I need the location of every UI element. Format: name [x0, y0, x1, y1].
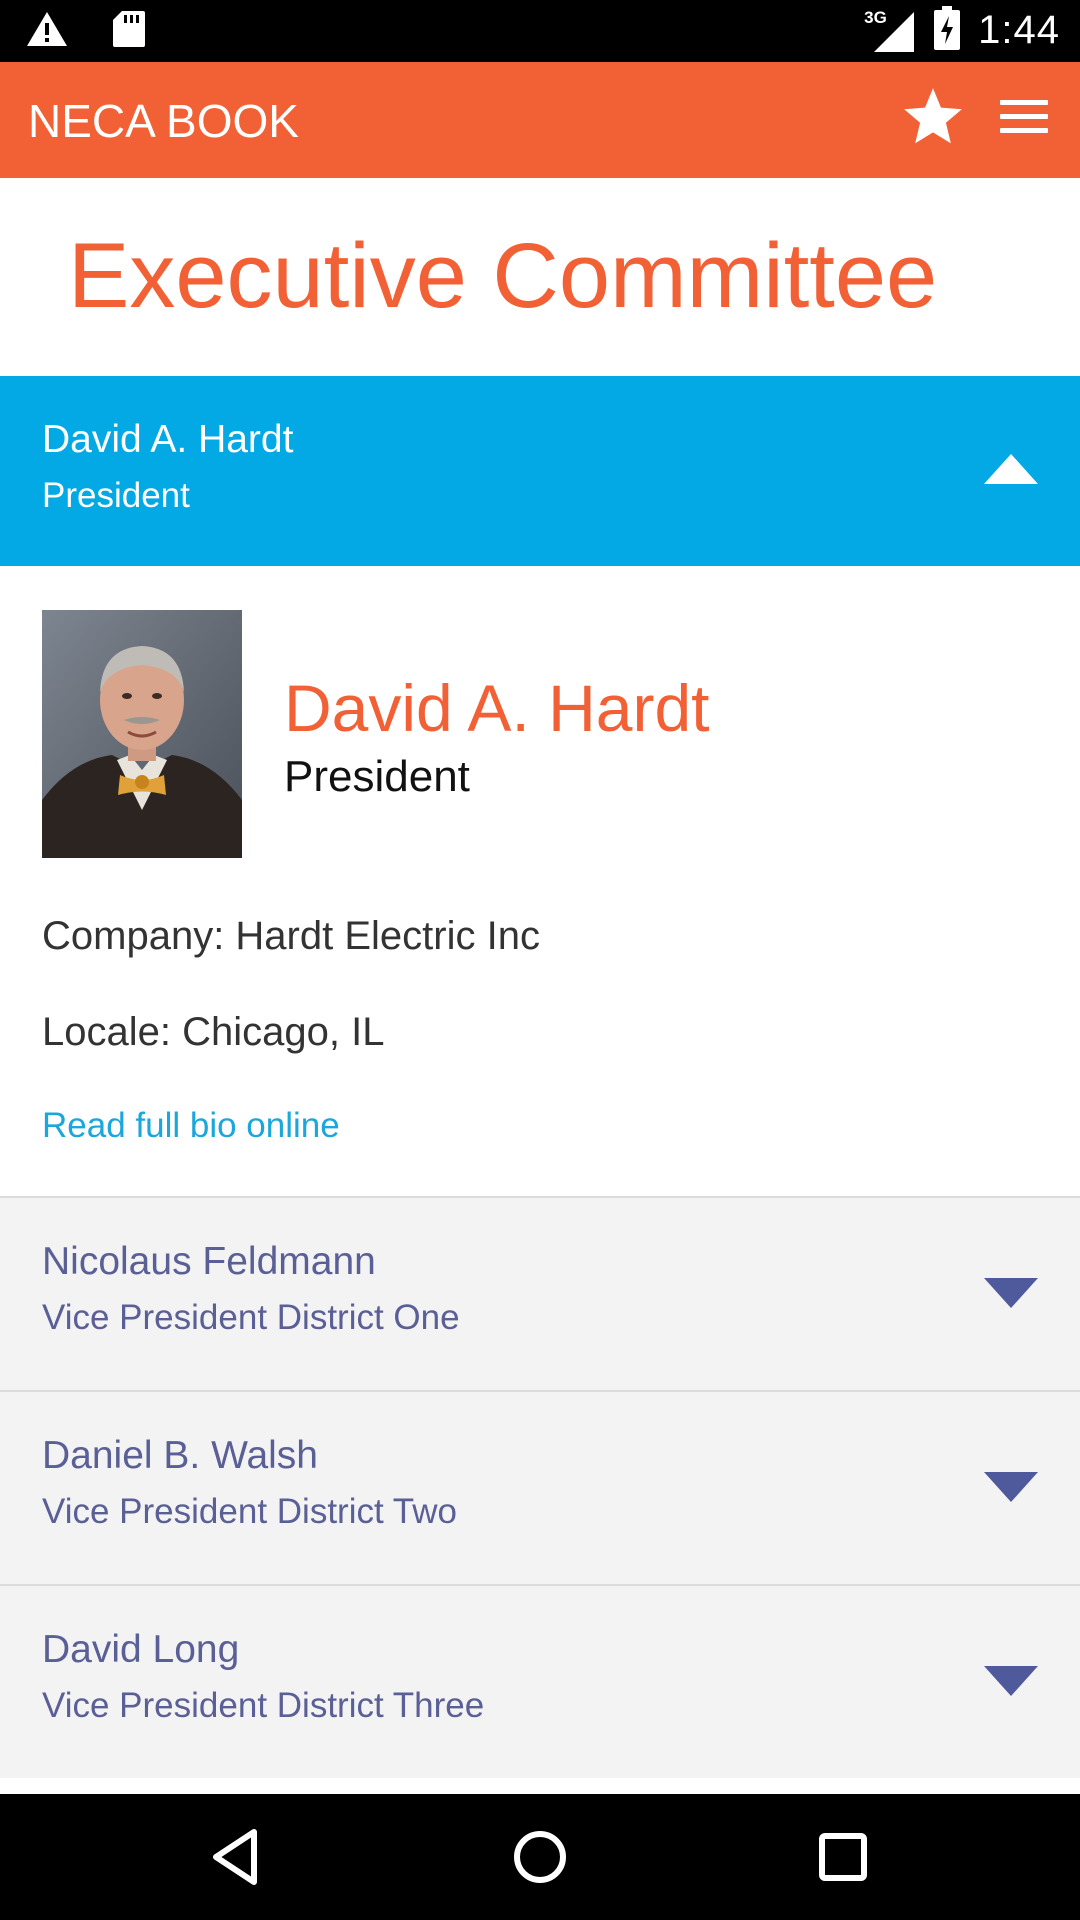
detail-role: President [284, 752, 470, 801]
star-icon[interactable] [900, 84, 966, 150]
app-title: NECA BOOK [28, 95, 299, 147]
member-name: David Long [42, 1628, 240, 1671]
chevron-up-icon[interactable] [984, 454, 1038, 484]
home-icon[interactable] [507, 1824, 573, 1890]
read-bio-link[interactable]: Read full bio online [42, 1106, 340, 1146]
accordion-header-president[interactable]: David A. Hardt President [0, 376, 1080, 566]
member-role: Vice President District Three [42, 1686, 485, 1725]
accordion-header-member[interactable]: Nicolaus Feldmann Vice President Distric… [0, 1196, 1080, 1390]
menu-icon[interactable] [1000, 100, 1048, 140]
page-title: Executive Committee [68, 225, 938, 327]
detail-company: Company: Hardt Electric Inc [42, 914, 540, 958]
member-name: Daniel B. Walsh [42, 1434, 318, 1477]
content-area[interactable]: Executive Committee David A. Hardt Presi… [0, 178, 1080, 1794]
chevron-down-icon[interactable] [984, 1278, 1038, 1308]
member-role: President [42, 476, 190, 515]
chevron-down-icon[interactable] [984, 1472, 1038, 1502]
clock: 1:44 [978, 8, 1060, 52]
signal-icon: 3G [864, 8, 916, 54]
member-name: Nicolaus Feldmann [42, 1240, 376, 1283]
chevron-down-icon[interactable] [984, 1666, 1038, 1696]
navigation-bar [0, 1794, 1080, 1920]
member-role: Vice President District Two [42, 1492, 457, 1531]
back-icon[interactable] [204, 1824, 270, 1890]
battery-charging-icon [934, 6, 961, 55]
status-bar: 3G 1:44 [0, 0, 1080, 62]
member-role: Vice President District One [42, 1298, 460, 1337]
app-bar: NECA BOOK [0, 62, 1080, 178]
detail-name: David A. Hardt [284, 671, 710, 745]
recents-icon[interactable] [810, 1824, 876, 1890]
member-name: David A. Hardt [42, 418, 294, 461]
detail-locale: Locale: Chicago, IL [42, 1010, 385, 1054]
member-detail-panel: David A. Hardt President Company: Hardt … [0, 566, 1080, 1196]
member-photo [42, 610, 242, 858]
accordion-header-member[interactable]: Daniel B. Walsh Vice President District … [0, 1390, 1080, 1584]
sd-card-icon [112, 10, 146, 53]
accordion-header-member[interactable]: David Long Vice President District Three [0, 1584, 1080, 1778]
warning-icon [26, 11, 68, 52]
